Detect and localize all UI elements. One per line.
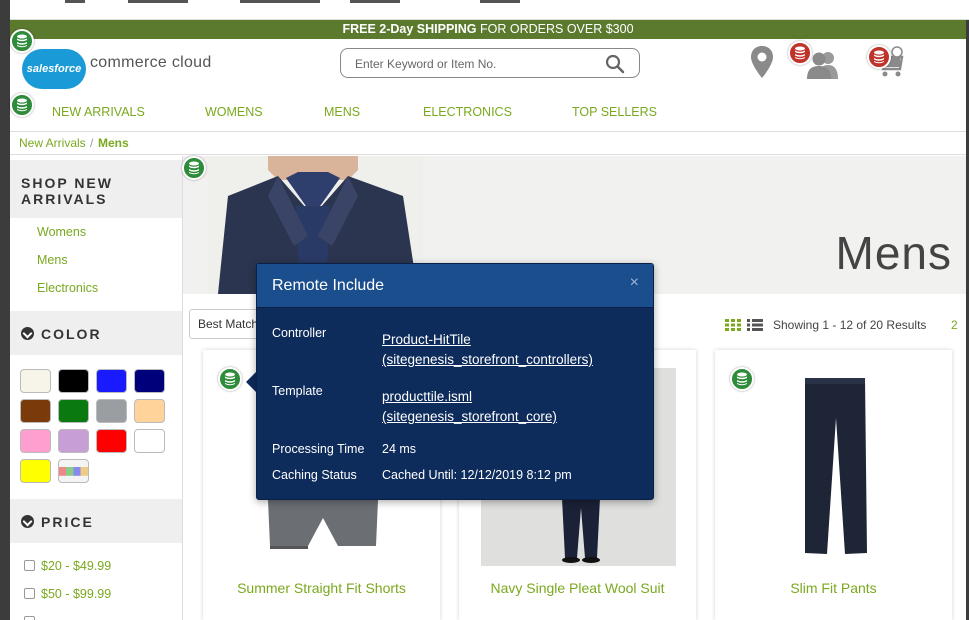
breadcrumb: New Arrivals / Mens (10, 131, 966, 155)
main-nav: NEW ARRIVALS WOMENS MENS ELECTRONICS TOP… (20, 103, 969, 125)
price-label: $50 - $99.99 (41, 587, 112, 601)
database-icon[interactable] (182, 156, 206, 180)
price-refinement-header[interactable]: PRICE (10, 499, 182, 543)
caching-status-label: Caching Status (272, 468, 357, 482)
template-link[interactable]: producttile.isml (382, 387, 472, 407)
list-view-icon[interactable] (747, 319, 763, 331)
nav-electronics[interactable]: ELECTRONICS (423, 105, 512, 119)
database-icon[interactable] (10, 93, 34, 117)
color-swatch[interactable] (96, 369, 127, 393)
chevron-down-icon (21, 327, 34, 340)
popover-arrow (246, 372, 256, 392)
controller-link-cartridge[interactable]: (sitegenesis_storefront_controllers) (382, 350, 593, 370)
results-count: Showing 1 - 12 of 20 Results (773, 318, 927, 332)
template-label: Template (272, 384, 323, 398)
checkbox-icon[interactable] (24, 588, 35, 599)
shop-title-line1: SHOP NEW (21, 175, 113, 191)
color-swatch[interactable] (20, 369, 51, 393)
caching-status-value: Cached Until: 12/12/2019 8:12 pm (382, 468, 572, 482)
site-header: salesforce commerce cloud NEW ARRIVALS W… (10, 39, 966, 131)
shop-new-arrivals-header: SHOP NEW ARRIVALS (10, 160, 182, 218)
popover-title: Remote Include (272, 277, 385, 294)
search-box (340, 48, 640, 78)
color-swatch[interactable] (134, 399, 165, 423)
checkbox-icon[interactable] (24, 560, 35, 571)
controller-link[interactable]: Product-HitTile (382, 330, 471, 350)
banner-title: Mens (835, 227, 952, 279)
processing-time-value: 24 ms (382, 442, 417, 456)
breadcrumb-mens[interactable]: Mens (98, 132, 129, 154)
price-label: $20 - $49.99 (41, 559, 112, 573)
window-frame-left (0, 0, 10, 620)
search-input[interactable] (355, 55, 595, 73)
window-frame-top (10, 0, 969, 20)
database-icon[interactable] (730, 367, 754, 391)
color-swatch[interactable] (58, 399, 89, 423)
color-swatch[interactable] (58, 459, 89, 483)
color-swatch[interactable] (20, 459, 51, 483)
nav-new-arrivals[interactable]: NEW ARRIVALS (52, 105, 145, 119)
price-option[interactable]: $50 - $99.99 (24, 587, 111, 601)
color-swatch[interactable] (96, 429, 127, 453)
promo-rest: FOR ORDERS OVER $300 (476, 22, 634, 36)
color-title: COLOR (41, 326, 102, 342)
salesforce-logo[interactable]: salesforce (22, 49, 86, 89)
category-mens[interactable]: Mens (37, 253, 68, 267)
category-womens[interactable]: Womens (37, 225, 86, 239)
promo-bold: FREE 2-Day SHIPPING (342, 22, 477, 36)
promo-banner: FREE 2-Day SHIPPING FOR ORDERS OVER $300 (10, 20, 966, 39)
grid-view-icon[interactable] (725, 319, 741, 331)
chevron-down-icon (21, 515, 34, 528)
product-name[interactable]: Navy Single Pleat Wool Suit (459, 580, 696, 596)
color-swatch[interactable] (20, 399, 51, 423)
color-swatch[interactable] (20, 429, 51, 453)
database-icon[interactable] (218, 367, 242, 391)
processing-time-label: Processing Time (272, 442, 365, 456)
template-link-cartridge[interactable]: (sitegenesis_storefront_core) (382, 407, 557, 427)
product-name[interactable]: Slim Fit Pants (715, 580, 952, 596)
nav-womens[interactable]: WOMENS (205, 105, 263, 119)
breadcrumb-new-arrivals[interactable]: New Arrivals (19, 132, 86, 154)
price-option[interactable]: $20 - $49.99 (24, 559, 111, 573)
product-image-shorts[interactable] (258, 500, 388, 550)
pagination-page-2[interactable]: 2 (951, 318, 958, 332)
controller-label: Controller (272, 326, 327, 340)
breadcrumb-separator: / (90, 136, 94, 150)
color-refinement-header[interactable]: COLOR (10, 311, 182, 355)
shop-title-line2: ARRIVALS (21, 191, 108, 207)
product-name[interactable]: Summer Straight Fit Shorts (203, 580, 440, 596)
color-swatch[interactable] (134, 369, 165, 393)
remote-include-popover: Remote Include × Controller Product-HitT… (256, 263, 654, 500)
price-title: PRICE (41, 514, 94, 530)
color-swatch[interactable] (58, 369, 89, 393)
database-icon[interactable] (10, 29, 34, 53)
close-icon[interactable]: × (630, 274, 639, 292)
product-tile[interactable]: Slim Fit Pants (715, 350, 952, 620)
product-image-pants[interactable] (801, 378, 869, 556)
popover-header: Remote Include × (257, 264, 653, 308)
color-swatch[interactable] (58, 429, 89, 453)
logo-text[interactable]: commerce cloud (90, 54, 212, 72)
color-swatch[interactable] (96, 399, 127, 423)
nav-top-sellers[interactable]: TOP SELLERS (572, 105, 657, 119)
color-swatch[interactable] (134, 429, 165, 453)
nav-mens[interactable]: MENS (324, 105, 360, 119)
store-locator-icon[interactable] (750, 45, 774, 79)
database-icon[interactable] (788, 41, 812, 65)
category-electronics[interactable]: Electronics (37, 281, 98, 295)
database-icon[interactable] (867, 45, 891, 69)
refinement-sidebar: SHOP NEW ARRIVALS Womens Mens Electronic… (10, 156, 183, 620)
price-option-cut (24, 615, 41, 620)
search-icon[interactable] (605, 54, 625, 74)
